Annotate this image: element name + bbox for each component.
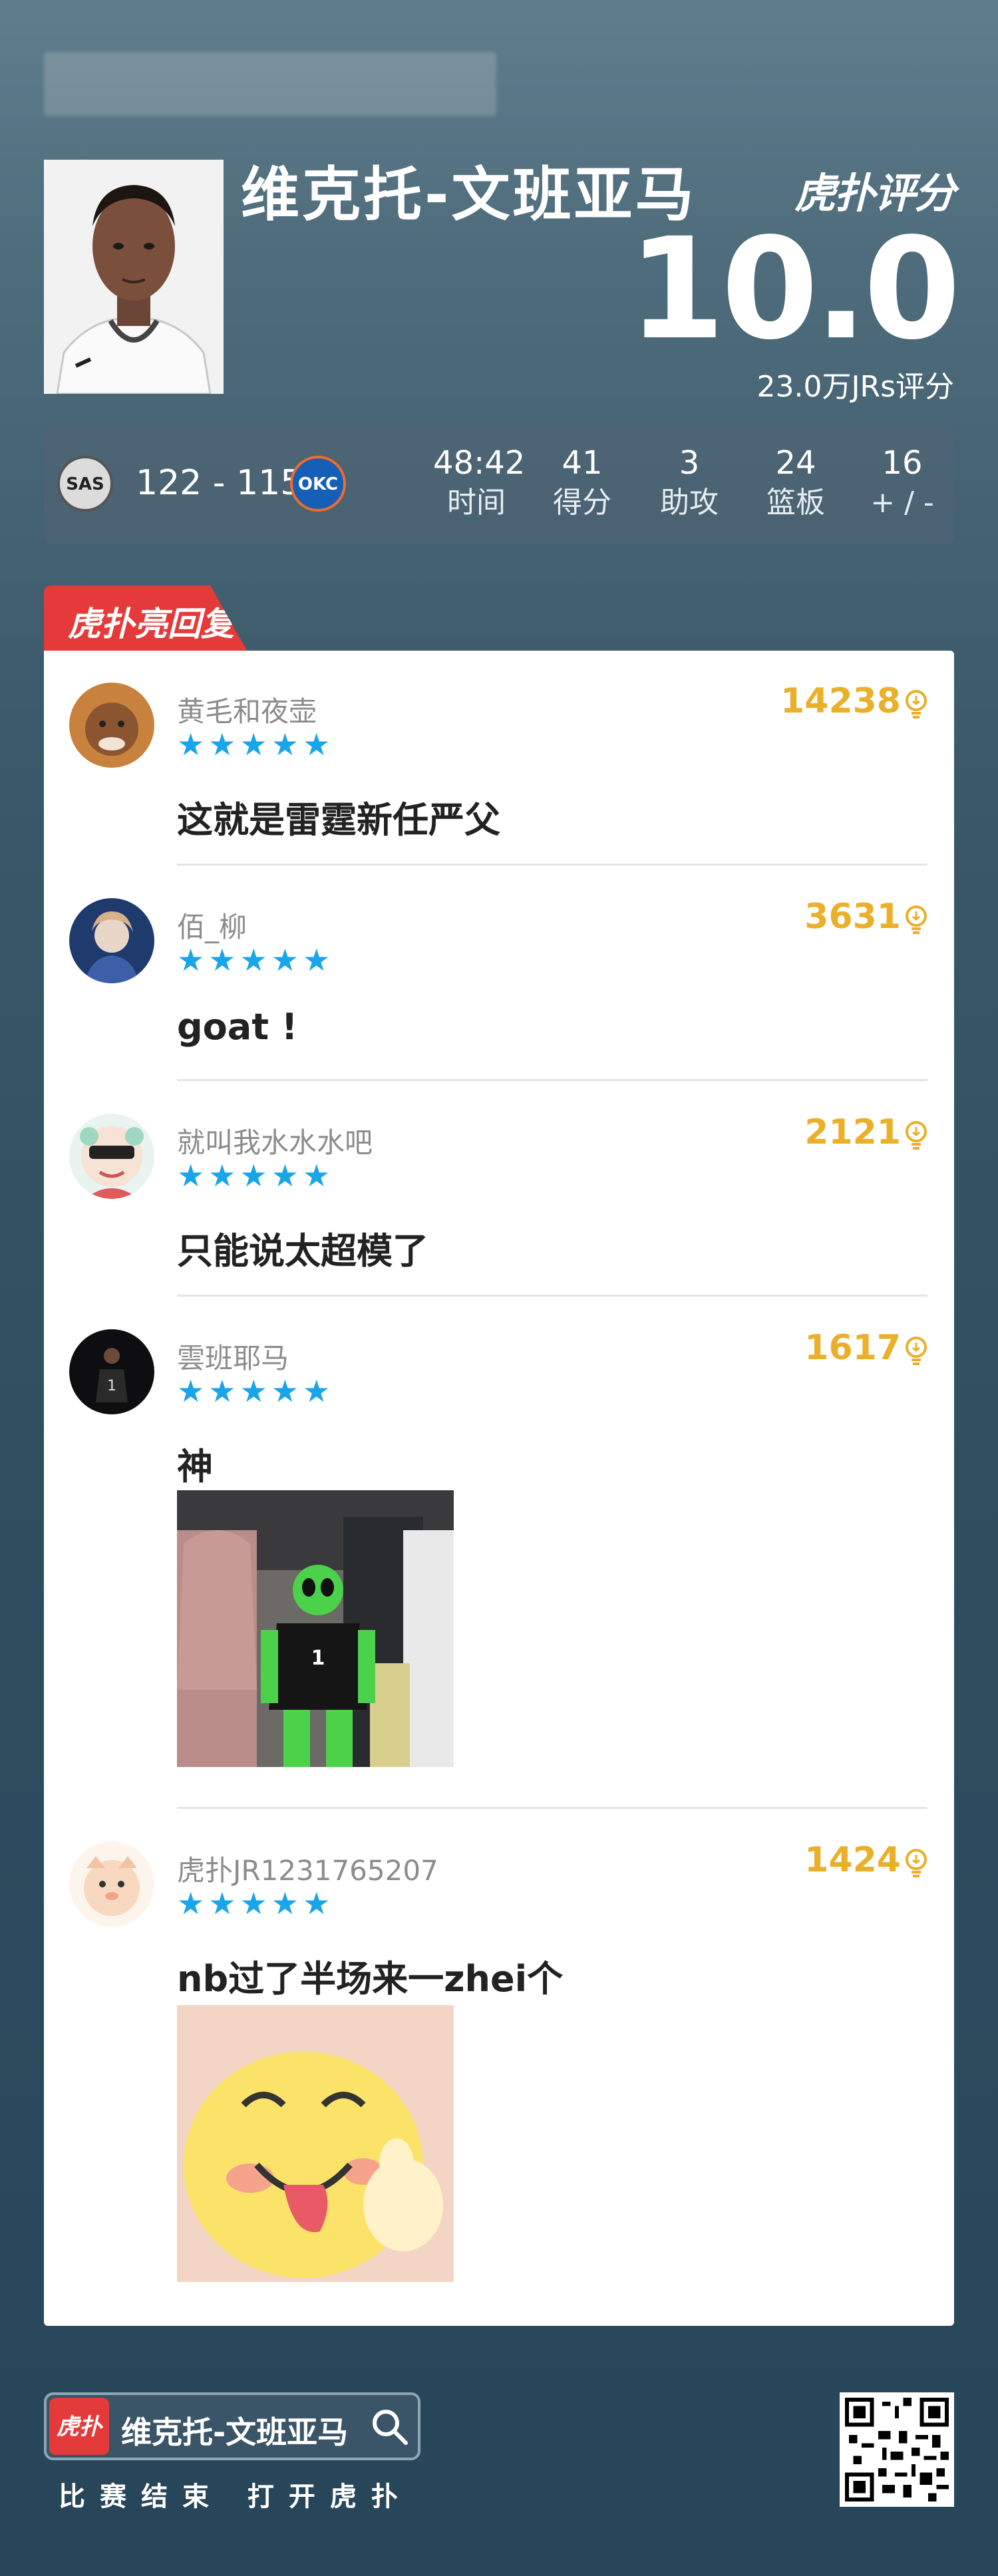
username[interactable]: 佰_柳 xyxy=(177,905,247,945)
stat-value: 16 xyxy=(882,444,923,482)
stat-label: 得分 xyxy=(553,486,611,520)
user-avatar[interactable]: 1 xyxy=(69,1329,154,1414)
divider xyxy=(177,1079,927,1081)
like-count: 2121 xyxy=(804,1112,901,1152)
stat-value: 24 xyxy=(775,444,816,482)
search-query[interactable]: 维克托-文班亚马 xyxy=(121,2408,348,2452)
rating-count: 23.0万JRs评分 xyxy=(756,370,954,404)
stat-minutes: 48:42 时间 xyxy=(433,442,526,522)
comment-text: 只能说太超模了 xyxy=(177,1230,428,1272)
blurred-title-bar xyxy=(44,52,496,116)
stat-assists: 3 助攻 xyxy=(646,442,733,522)
stat-rebounds: 24 篮板 xyxy=(752,442,839,522)
comment-item[interactable]: 1 雲班耶马 ★★★★★ 1617 神 1 xyxy=(44,1297,954,1810)
like-count: 3631 xyxy=(804,897,901,937)
game-stat-bar: SAS 122 - 115 OKC 48:42 时间 41 得分 3 助攻 24… xyxy=(44,426,954,544)
search-icon[interactable] xyxy=(370,2407,409,2446)
stat-plus-minus: 16 + / - xyxy=(859,442,945,522)
comment-item[interactable]: 佰_柳 ★★★★★ 3631 goat ! xyxy=(44,866,954,1082)
player-photo xyxy=(44,160,224,394)
comment-text: 这就是雷霆新任严父 xyxy=(177,799,500,841)
like-count: 1424 xyxy=(804,1840,901,1880)
star-rating: ★★★★★ xyxy=(177,726,335,762)
lightbulb-icon[interactable] xyxy=(904,905,929,935)
comment-item[interactable]: 虎扑JR1231765207 ★★★★★ 1424 nb过了半场来一zhei个 xyxy=(44,1810,954,2326)
comment-image[interactable]: 1 xyxy=(177,1490,454,1767)
stat-label: + / - xyxy=(870,486,934,520)
comment-text: nb过了半场来一zhei个 xyxy=(177,1958,564,2000)
player-header: 维克托-文班亚马 虎扑评分 10.0 23.0万JRs评分 xyxy=(44,160,961,404)
comment-text: 神 xyxy=(177,1446,213,1488)
stat-value: 3 xyxy=(679,444,700,482)
lightbulb-icon[interactable] xyxy=(904,1120,929,1151)
lightbulb-icon[interactable] xyxy=(904,1336,929,1367)
divider xyxy=(177,864,927,866)
thunder-logo-icon: OKC xyxy=(290,456,346,512)
svg-text:1: 1 xyxy=(107,1378,116,1394)
username[interactable]: 就叫我水水水吧 xyxy=(177,1120,373,1161)
comment-item[interactable]: 黄毛和夜壶 ★★★★★ 14238 这就是雷霆新任严父 xyxy=(44,651,954,866)
comments-card: 黄毛和夜壶 ★★★★★ 14238 这就是雷霆新任严父 佰_柳 ★★★★★ 36… xyxy=(44,651,954,2326)
hupu-logo-icon: 虎扑 xyxy=(49,2398,109,2455)
like-count: 14238 xyxy=(780,681,901,721)
stat-label: 篮板 xyxy=(766,486,825,520)
hupu-logo-text: 虎扑 xyxy=(57,2414,102,2440)
qr-code xyxy=(840,2392,954,2507)
lightbulb-icon[interactable] xyxy=(904,1848,929,1879)
stat-points: 41 得分 xyxy=(539,442,625,522)
open-hupu-cta[interactable]: 比赛结束 打开虎扑 xyxy=(59,2475,413,2513)
search-box[interactable]: 虎扑 维克托-文班亚马 xyxy=(44,2392,420,2460)
username[interactable]: 黄毛和夜壶 xyxy=(177,689,317,730)
user-avatar[interactable] xyxy=(69,1114,154,1199)
comment-image[interactable] xyxy=(177,2005,454,2282)
away-team-abbr: OKC xyxy=(297,474,339,494)
star-rating: ★★★★★ xyxy=(177,1885,335,1921)
star-rating: ★★★★★ xyxy=(177,1373,335,1409)
player-score: 10.0 xyxy=(627,208,961,371)
username[interactable]: 雲班耶马 xyxy=(177,1336,289,1376)
spurs-logo-icon: SAS xyxy=(57,456,113,512)
stat-label: 时间 xyxy=(447,486,506,520)
lightbulb-icon[interactable] xyxy=(904,689,929,720)
user-avatar[interactable] xyxy=(69,1842,154,1927)
divider xyxy=(177,1807,927,1809)
stat-label: 助攻 xyxy=(660,486,719,520)
stat-value: 41 xyxy=(562,444,603,482)
user-avatar[interactable] xyxy=(69,683,154,768)
star-rating: ★★★★★ xyxy=(177,942,335,978)
star-rating: ★★★★★ xyxy=(177,1158,335,1194)
home-team-abbr: SAS xyxy=(66,474,104,494)
svg-text:1: 1 xyxy=(311,1647,325,1670)
like-count: 1617 xyxy=(804,1328,901,1368)
username[interactable]: 虎扑JR1231765207 xyxy=(177,1848,438,1889)
game-score: 122 - 115 xyxy=(136,463,303,503)
stat-value: 48:42 xyxy=(433,444,526,482)
hot-replies-tab: 虎扑亮回复 xyxy=(44,585,247,651)
hot-replies-label: 虎扑亮回复 xyxy=(68,605,234,643)
comment-item[interactable]: 就叫我水水水吧 ★★★★★ 2121 只能说太超模了 xyxy=(44,1082,954,1297)
divider xyxy=(177,1295,927,1297)
user-avatar[interactable] xyxy=(69,898,154,983)
comment-text: goat ! xyxy=(177,1006,298,1048)
